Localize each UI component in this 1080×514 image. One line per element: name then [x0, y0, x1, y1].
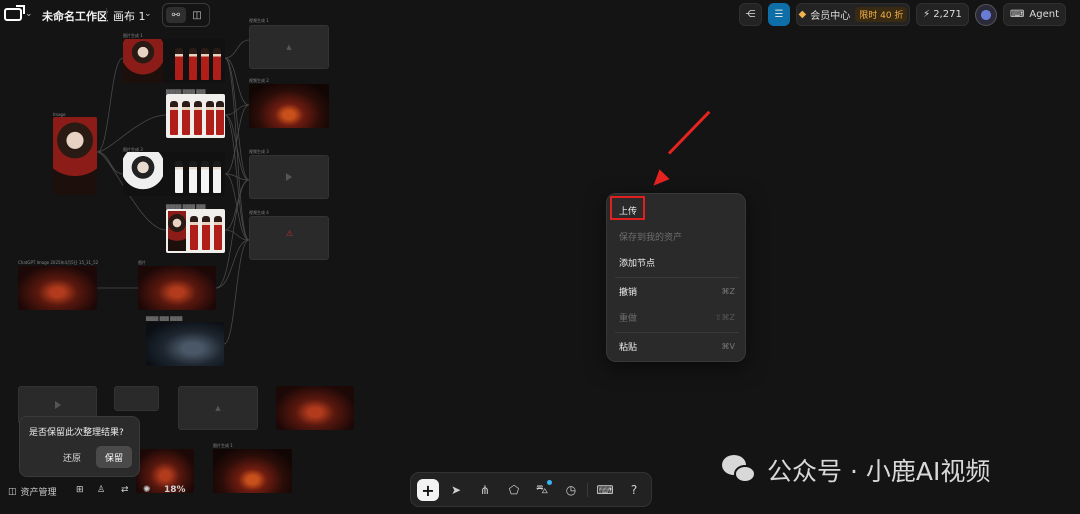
- logo-chevron-down-icon[interactable]: ⌄: [25, 9, 33, 19]
- canvas-chevron-down-icon[interactable]: ⌄: [144, 9, 152, 19]
- diamond-icon: ◆: [798, 9, 807, 20]
- app-logo-icon[interactable]: [4, 5, 25, 21]
- avatar[interactable]: [975, 4, 997, 26]
- play-icon: [54, 401, 61, 409]
- node-image-hall-b[interactable]: [138, 266, 216, 310]
- node-video-4[interactable]: ⚠: [249, 216, 329, 260]
- node-label: 视频生成 1: [249, 18, 269, 23]
- menu-item-label: 重做: [619, 313, 638, 324]
- restore-button[interactable]: 还原: [54, 446, 90, 468]
- toolbar-divider: [587, 483, 588, 497]
- credits-count: 2,271: [933, 9, 962, 20]
- node-video-2[interactable]: [249, 84, 329, 128]
- node-image-gen-3[interactable]: [123, 152, 225, 196]
- play-icon: [286, 173, 292, 181]
- select-pointer-icon[interactable]: ➤: [445, 479, 467, 501]
- shortcut-paste: ⌘V: [721, 341, 735, 351]
- grid-icon[interactable]: ⊞: [76, 485, 84, 495]
- node-video-lower-2[interactable]: ▲: [178, 386, 258, 430]
- canvas-name[interactable]: 画布 1: [113, 8, 146, 24]
- menu-item-redo[interactable]: 重做 ⇧⌘Z: [607, 305, 747, 329]
- keep-layout-dialog: 是否保留此次整理结果? 还原 保留: [19, 416, 140, 477]
- menu-item-save-to-assets[interactable]: 保存到我的资产: [607, 224, 747, 248]
- car-icon[interactable]: ⛍: [531, 479, 553, 501]
- help-icon[interactable]: ?: [623, 479, 645, 501]
- upload-highlight-box: [610, 196, 645, 220]
- node-view-icon[interactable]: ⚯: [166, 7, 186, 23]
- menu-item-label: 粘贴: [619, 342, 638, 353]
- history-clock-icon[interactable]: ◷: [560, 479, 582, 501]
- node-image-lower-2[interactable]: [213, 449, 292, 493]
- node-image-lower-1[interactable]: [276, 386, 354, 430]
- node-text-lower[interactable]: [114, 386, 159, 411]
- node-image-gen-2[interactable]: [166, 94, 225, 138]
- node-image-source[interactable]: [53, 117, 97, 195]
- wechat-logo-icon: [722, 455, 758, 485]
- workspace-name[interactable]: 未命名工作区: [42, 8, 108, 24]
- divider: [106, 8, 107, 22]
- shortcut-undo: ⌘Z: [721, 286, 735, 296]
- zoom-level[interactable]: 18%: [164, 485, 186, 495]
- promo-badge: 限时 40 折: [855, 7, 908, 22]
- shortcut-redo: ⇧⌘Z: [714, 312, 735, 322]
- context-menu: 上传 保存到我的资产 添加节点 撤销 ⌘Z 重做 ⇧⌘Z 粘贴 ⌘V: [606, 193, 746, 362]
- assets-manager-label: 资产管理: [20, 488, 57, 498]
- member-center-button[interactable]: ◆ 会员中心 限时 40 折: [796, 3, 910, 26]
- agent-icon: ⌨: [1009, 9, 1025, 20]
- connect-nodes-icon[interactable]: ⋔: [474, 479, 496, 501]
- agent-label: Agent: [1029, 9, 1060, 20]
- watermark-text: 公众号 · 小鹿AI视频: [767, 457, 991, 486]
- node-image-room[interactable]: [146, 322, 224, 366]
- node-image-gen-1[interactable]: [123, 39, 225, 83]
- menu-item-label: 添加节点: [619, 258, 656, 269]
- sidebar-panel-icon: ◫: [8, 486, 17, 497]
- assets-manager-button[interactable]: ◫ 资产管理: [8, 485, 57, 499]
- credits-button[interactable]: ⚡ 2,271: [916, 3, 969, 26]
- keep-dialog-question: 是否保留此次整理结果?: [29, 428, 124, 438]
- wechat-watermark: 公众号 · 小鹿AI视频: [722, 452, 990, 488]
- people-icon[interactable]: ♙: [97, 485, 105, 495]
- agent-button[interactable]: ⌨ Agent: [1003, 3, 1066, 26]
- keyboard-icon[interactable]: ⌨: [594, 479, 616, 501]
- menu-divider: [615, 332, 739, 333]
- layers-icon[interactable]: ☰: [768, 3, 790, 26]
- menu-item-undo[interactable]: 撤销 ⌘Z: [607, 279, 747, 303]
- view-toggle: ⚯ ◫: [162, 3, 210, 27]
- lightning-icon: ⚡: [923, 9, 931, 20]
- image-placeholder-icon: ▲: [215, 404, 221, 412]
- menu-item-paste[interactable]: 粘贴 ⌘V: [607, 334, 747, 358]
- top-bar: ⌄ 未命名工作区 画布 1 ⌄ ⚯ ◫ ⋲ ☰ ◆ 会员中心 限时 40 折 ⚡…: [0, 0, 1080, 30]
- ai-spark-icon[interactable]: ✺: [143, 485, 151, 495]
- add-node-icon[interactable]: +: [417, 479, 439, 501]
- panel-view-icon[interactable]: ◫: [187, 7, 207, 23]
- menu-item-label: 保存到我的资产: [619, 232, 683, 243]
- notification-dot: [547, 480, 552, 485]
- canvas[interactable]: Image 图片生成 1 █████ ████ ███ 图片生成 3 █████…: [0, 18, 1080, 493]
- node-video-1[interactable]: ▲: [249, 25, 329, 69]
- menu-divider: [615, 277, 739, 278]
- node-label: ████ ███ ████: [146, 316, 183, 321]
- swap-icon[interactable]: ⇄: [121, 485, 129, 495]
- bottom-toolbar: + ➤ ⋔ ⬠ ⛍ ◷ ⌨ ?: [410, 472, 652, 507]
- node-image-hall-a[interactable]: [18, 266, 97, 310]
- menu-item-add-node[interactable]: 添加节点: [607, 250, 747, 274]
- warning-icon: ⚠: [286, 229, 294, 238]
- share-icon[interactable]: ⋲: [739, 3, 762, 26]
- image-placeholder-icon: ▲: [286, 43, 292, 51]
- keep-button[interactable]: 保留: [96, 446, 132, 468]
- node-video-3[interactable]: [249, 155, 329, 199]
- node-image-gen-4[interactable]: [166, 209, 225, 253]
- member-center-label: 会员中心: [810, 11, 851, 22]
- menu-item-label: 撤销: [619, 287, 638, 298]
- shapes-icon[interactable]: ⬠: [503, 479, 525, 501]
